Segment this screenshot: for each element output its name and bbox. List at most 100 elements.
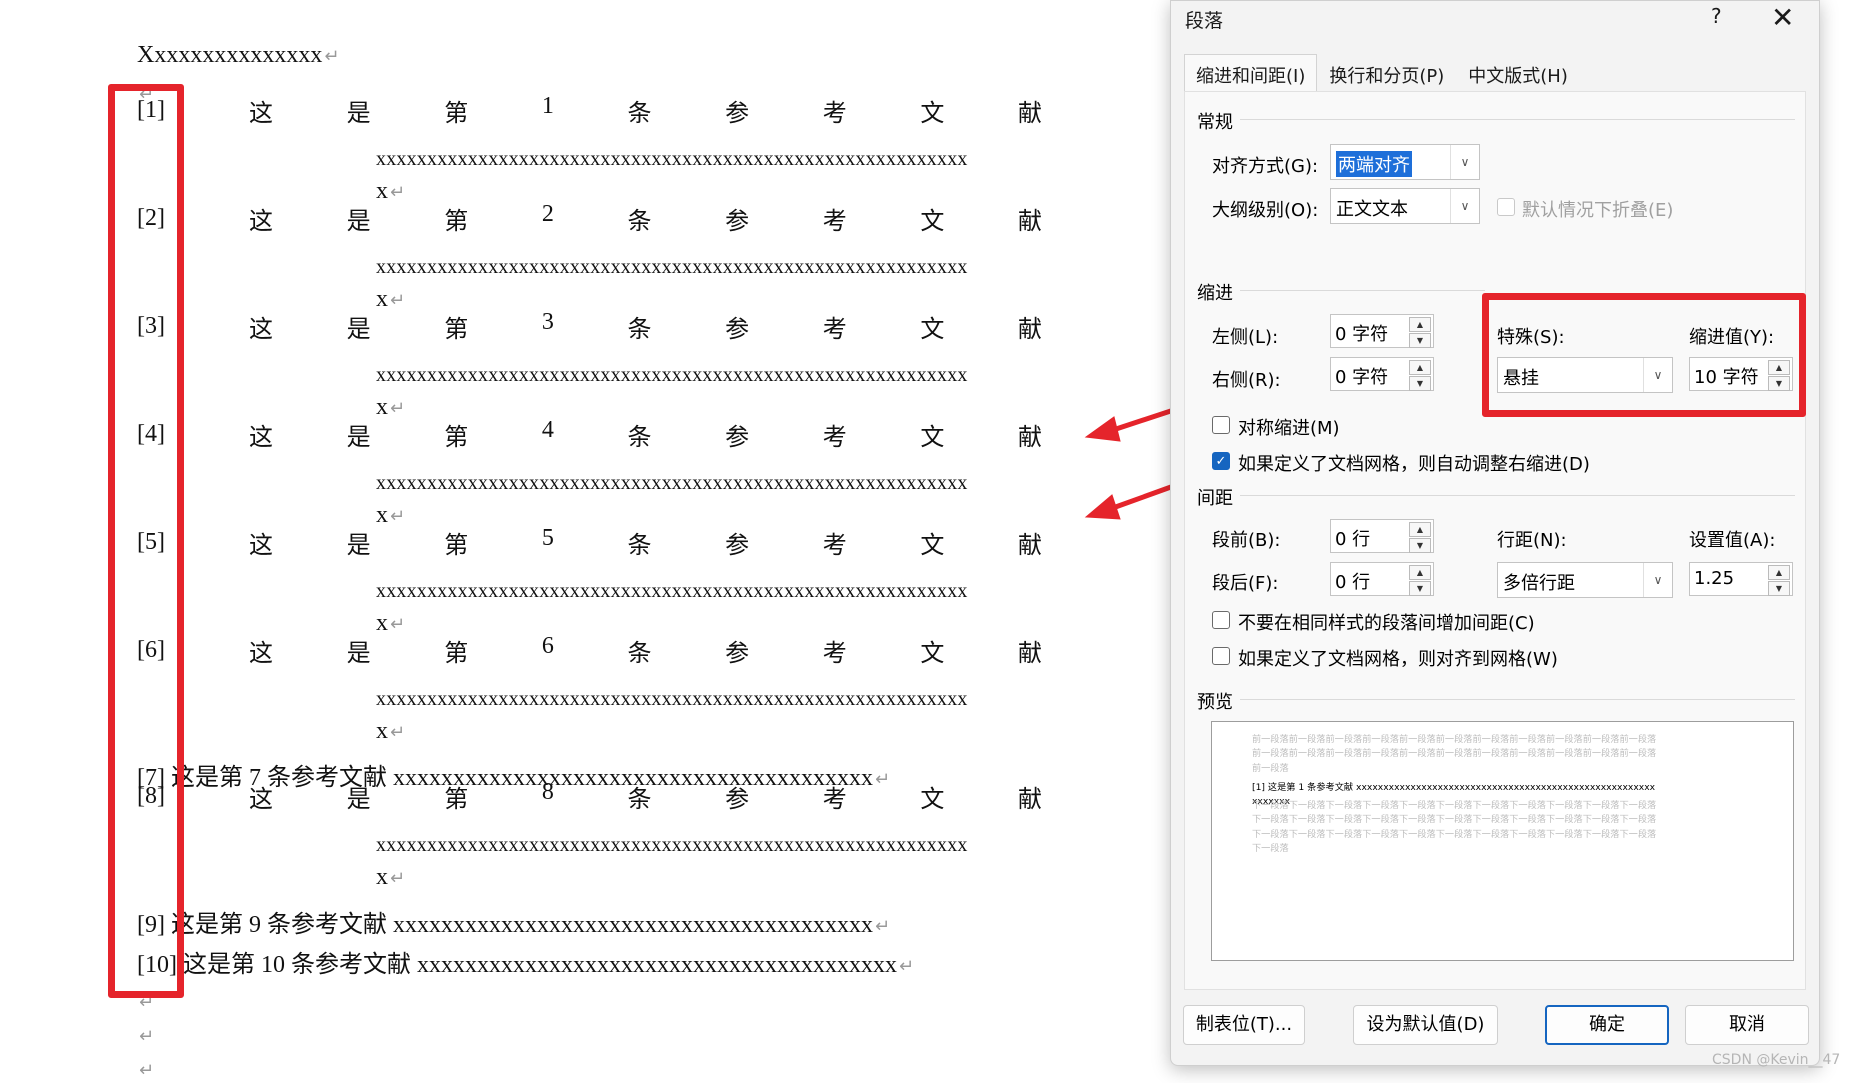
spin-up-icon[interactable]: ▲ [1768,565,1790,580]
snap-to-grid-label: 如果定义了文档网格，则对齐到网格(W) [1238,649,1558,670]
reference-word: 这 [249,640,273,667]
section-preview: 预览 [1197,692,1233,713]
paragraph-preview: 前一段落前一段落前一段落前一段落前一段落前一段落前一段落前一段落前一段落前一段落… [1211,721,1794,961]
chevron-down-icon: ∨ [1450,145,1479,179]
spin-down-icon[interactable]: ▼ [1409,376,1431,391]
reference-item: [5] 这是第 5 条参考文献 [137,524,1042,559]
tab-asian-typography[interactable]: 中文版式(H) [1456,54,1580,96]
spin-down-icon[interactable]: ▼ [1409,538,1431,553]
indent-right-value: 0 字符 [1335,367,1389,388]
set-default-button[interactable]: 设为默认值(D) [1353,1005,1498,1045]
tab-line-page-breaks[interactable]: 换行和分页(P) [1317,54,1456,96]
divider [1240,290,1485,291]
dialog-title: 段落 [1185,10,1224,32]
document-page[interactable]: Xxxxxxxxxxxxxxx ↵ ↵ [1] 这是第 1 条参考文献 xxxxxxxxx… [0,0,1170,1081]
reference-continuation-line: xxxxxxxxxxxxxxxxxxxxxxxxxxxxxxxxxxxxxxxx… [376,148,968,170]
spin-up-icon[interactable]: ▲ [1409,360,1431,375]
reference-word: 这 [249,316,273,343]
reference-item: [3] 这是第 3 条参考文献 [137,308,1042,343]
section-indentation: 缩进 [1197,283,1233,304]
indent-left-spinner[interactable]: 0 字符 ▲ ▼ [1330,314,1434,348]
reference-word: 是 [346,100,371,127]
reference-word: 参 [725,100,750,127]
reference-item: [2] 这是第 2 条参考文献 [137,201,1042,236]
snap-to-grid-checkbox[interactable] [1212,647,1230,665]
reference-word: 条 [627,424,652,451]
divider [1240,699,1795,700]
spin-down-icon[interactable]: ▼ [1409,333,1431,348]
reference-9: [9] 这是第 9 条参考文献 xxxxxxxxxxxxxxxxxxxxxxxx… [137,912,891,938]
document-heading: Xxxxxxxxxxxxxxx ↵ [137,42,340,68]
reference-continuation-line: xxxxxxxxxxxxxxxxxxxxxxxxxxxxxxxxxxxxxxxx… [376,364,968,386]
reference-continuation-line: xxxxxxxxxxxxxxxxxxxxxxxxxxxxxxxxxxxxxxxx… [376,580,968,602]
mirror-indents-label: 对称缩进(M) [1238,418,1340,439]
cancel-button[interactable]: 取消 [1685,1005,1809,1045]
divider [1240,119,1795,120]
reference-word: 考 [822,532,847,559]
reference-word: 这 [249,424,273,451]
indent-left-label: 左侧(L): [1212,327,1279,348]
reference-word: 考 [822,424,847,451]
indent-right-spinner[interactable]: 0 字符 ▲ ▼ [1330,357,1434,391]
reference-word: 是 [346,208,371,235]
tab-indents-spacing[interactable]: 缩进和间距(I) [1184,54,1318,96]
reference-item: [4] 这是第 4 条参考文献 [137,417,1042,451]
reference-word: 是 [346,640,371,667]
tabs-button[interactable]: 制表位(T)... [1183,1005,1305,1045]
spin-down-icon[interactable]: ▼ [1409,581,1431,596]
reference-word: 5 [541,524,554,551]
no-space-same-style-checkbox[interactable] [1212,611,1230,629]
reference-word: 参 [725,532,750,559]
outline-level-value: 正文文本 [1336,199,1408,220]
auto-adjust-indent-label: 如果定义了文档网格，则自动调整右缩进(D) [1238,454,1590,475]
help-button[interactable]: ? [1711,4,1722,28]
reference-word: 考 [822,316,847,343]
reference-7: [7] 这是第 7 条参考文献 xxxxxxxxxxxxxxxxxxxxxxxx… [137,765,891,791]
line-spacing-value: 多倍行距 [1503,573,1575,594]
reference-word: 文 [920,208,945,235]
indent-right-label: 右侧(R): [1212,370,1281,391]
divider [1240,495,1795,496]
space-before-value: 0 行 [1335,529,1371,550]
mirror-indents-checkbox[interactable] [1212,416,1230,434]
reference-item: [1] 这是第 1 条参考文献 [137,93,1042,127]
dialog-titlebar[interactable]: 段落 ? ✕ [1171,1,1819,35]
collapse-checkbox[interactable] [1497,198,1515,216]
outline-level-dropdown[interactable]: 正文文本 ∨ [1330,188,1480,224]
reference-word: 是 [346,424,371,451]
line-spacing-at-spinner[interactable]: 1.25 ▲ ▼ [1689,562,1793,596]
reference-justified-line: 这 是 第 2 条 参 考 文 献 [249,201,1042,236]
reference-word: 是 [346,316,371,343]
ok-button[interactable]: 确定 [1545,1005,1669,1045]
reference-continuation-line: xxxxxxxxxxxxxxxxxxxxxxxxxxxxxxxxxxxxxxxx… [376,472,968,494]
reference-word: 第 [444,208,469,235]
reference-word: 6 [541,632,554,659]
space-before-spinner[interactable]: 0 行 ▲ ▼ [1330,519,1434,553]
spin-down-icon[interactable]: ▼ [1768,581,1790,596]
reference-word: 文 [920,100,945,127]
spin-up-icon[interactable]: ▲ [1409,522,1431,537]
reference-continuation-line: xxxxxxxxxxxxxxxxxxxxxxxxxxxxxxxxxxxxxxxx… [376,834,968,856]
auto-adjust-indent-checkbox[interactable]: ✓ [1212,452,1230,470]
reference-justified-line: 这 是 第 6 条 参 考 文 献 [249,633,1042,668]
reference-10: [10] 这是第 10 条参考文献 xxxxxxxxxxxxxxxxxxxxxx… [137,952,915,978]
reference-word: 参 [725,424,750,451]
spin-up-icon[interactable]: ▲ [1409,565,1431,580]
alignment-dropdown[interactable]: 两端对齐 ∨ [1330,144,1480,180]
reference-last-line: x ↵ [376,718,406,744]
reference-word: 这 [249,532,273,559]
section-spacing: 间距 [1197,488,1233,509]
line-spacing-at-label: 设置值(A): [1689,530,1776,551]
indent-left-value: 0 字符 [1335,324,1389,345]
line-spacing-dropdown[interactable]: 多倍行距 ∨ [1497,562,1673,598]
dialog-tabs: 缩进和间距(I) 换行和分页(P) 中文版式(H) [1184,54,1580,96]
reference-word: 3 [541,308,554,335]
outline-level-label: 大纲级别(O): [1212,200,1319,221]
close-button[interactable]: ✕ [1771,1,1794,34]
alignment-label: 对齐方式(G): [1212,156,1319,177]
spin-up-icon[interactable]: ▲ [1409,317,1431,332]
space-after-spinner[interactable]: 0 行 ▲ ▼ [1330,562,1434,596]
reference-word: 献 [1018,786,1042,813]
space-after-value: 0 行 [1335,572,1371,593]
reference-word: 条 [627,208,652,235]
